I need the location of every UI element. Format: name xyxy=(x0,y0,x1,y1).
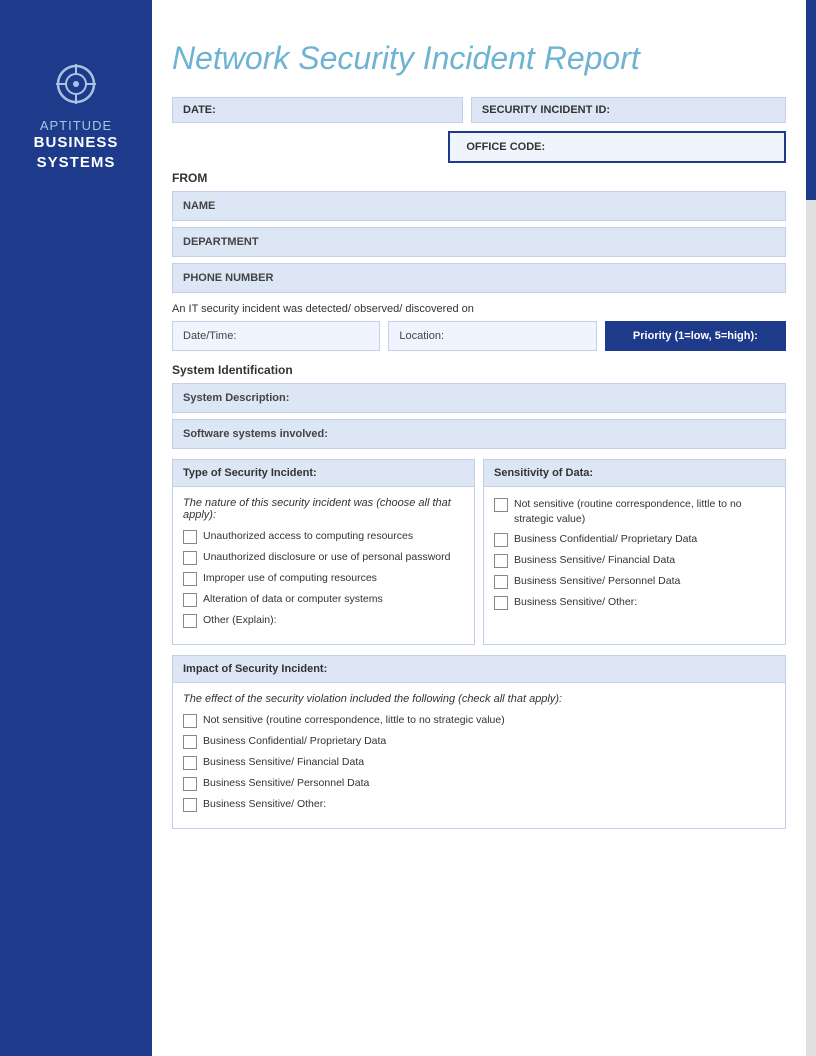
type-of-incident-header: Type of Security Incident: xyxy=(173,460,474,487)
system-description-field[interactable]: System Description: xyxy=(172,383,786,413)
sensitivity-item-3: Business Sensitive/ Financial Data xyxy=(494,553,775,568)
checkbox-improper-use[interactable] xyxy=(183,572,197,586)
date-location-priority-row: Date/Time: Location: Priority (1=low, 5=… xyxy=(172,321,786,351)
checkbox-item-5: Other (Explain): xyxy=(183,613,464,628)
date-id-row: DATE: SECURITY INCIDENT ID: xyxy=(172,97,786,123)
checkbox-label-personnel: Business Sensitive/ Personnel Data xyxy=(514,574,680,589)
phone-field[interactable]: PHONE NUMBER xyxy=(172,263,786,293)
checkbox-financial[interactable] xyxy=(494,554,508,568)
impact-label-other: Business Sensitive/ Other: xyxy=(203,797,326,812)
main-content: Network Security Incident Report DATE: S… xyxy=(152,0,806,849)
sensitivity-item-2: Business Confidential/ Proprietary Data xyxy=(494,532,775,547)
impact-label-financial: Business Sensitive/ Financial Data xyxy=(203,755,364,770)
date-label: DATE: xyxy=(172,97,463,123)
sensitivity-item-1: Not sensitive (routine correspondence, l… xyxy=(494,497,775,526)
checkbox-personnel[interactable] xyxy=(494,575,508,589)
scrollbar[interactable] xyxy=(806,0,816,1056)
impact-checkbox-personnel[interactable] xyxy=(183,777,197,791)
security-id-label: SECURITY INCIDENT ID: xyxy=(471,97,786,123)
report-title: Network Security Incident Report xyxy=(172,40,786,77)
department-field[interactable]: DEPARTMENT xyxy=(172,227,786,257)
sensitivity-item-5: Business Sensitive/ Other: xyxy=(494,595,775,610)
impact-title: The effect of the security violation inc… xyxy=(183,693,775,705)
checkbox-label-not-sensitive: Not sensitive (routine correspondence, l… xyxy=(514,497,775,526)
location-field[interactable]: Location: xyxy=(388,321,596,351)
checkbox-unauthorized-access[interactable] xyxy=(183,530,197,544)
type-of-incident-body: The nature of this security incident was… xyxy=(173,487,474,644)
system-identification-header: System Identification xyxy=(172,363,786,377)
software-systems-field[interactable]: Software systems involved: xyxy=(172,419,786,449)
impact-label-personnel: Business Sensitive/ Personnel Data xyxy=(203,776,369,791)
from-label: FROM xyxy=(172,171,786,185)
impact-label-confidential: Business Confidential/ Proprietary Data xyxy=(203,734,386,749)
sensitivity-header: Sensitivity of Data: xyxy=(484,460,785,487)
checkbox-label-confidential: Business Confidential/ Proprietary Data xyxy=(514,532,697,547)
checkbox-label-alteration: Alteration of data or computer systems xyxy=(203,592,383,607)
incident-detected-text: An IT security incident was detected/ ob… xyxy=(172,303,786,315)
impact-item-1: Not sensitive (routine correspondence, l… xyxy=(183,713,775,728)
sensitivity-section: Sensitivity of Data: Not sensitive (rout… xyxy=(483,459,786,645)
checkbox-label-other: Other (Explain): xyxy=(203,613,277,628)
impact-body: The effect of the security violation inc… xyxy=(173,683,785,828)
target-icon xyxy=(52,60,100,108)
nature-text: The nature of this security incident was… xyxy=(183,497,464,521)
impact-label-not-sensitive: Not sensitive (routine correspondence, l… xyxy=(203,713,505,728)
sensitivity-body: Not sensitive (routine correspondence, l… xyxy=(484,487,785,626)
two-col-section: Type of Security Incident: The nature of… xyxy=(172,459,786,645)
checkbox-label-improper-use: Improper use of computing resources xyxy=(203,571,377,586)
date-time-field[interactable]: Date/Time: xyxy=(172,321,380,351)
checkbox-label-financial: Business Sensitive/ Financial Data xyxy=(514,553,675,568)
impact-checkbox-not-sensitive[interactable] xyxy=(183,714,197,728)
impact-item-5: Business Sensitive/ Other: xyxy=(183,797,775,812)
sidebar-title-top: APTITUDE xyxy=(40,118,112,133)
impact-section: Impact of Security Incident: The effect … xyxy=(172,655,786,829)
office-code-row: OFFICE CODE: xyxy=(172,131,786,163)
impact-checkbox-other[interactable] xyxy=(183,798,197,812)
checkbox-item-3: Improper use of computing resources xyxy=(183,571,464,586)
checkbox-other[interactable] xyxy=(183,614,197,628)
checkbox-item-4: Alteration of data or computer systems xyxy=(183,592,464,607)
sidebar: APTITUDE BUSINESSSYSTEMS xyxy=(0,0,152,1056)
impact-item-3: Business Sensitive/ Financial Data xyxy=(183,755,775,770)
impact-checkbox-financial[interactable] xyxy=(183,756,197,770)
checkbox-alteration[interactable] xyxy=(183,593,197,607)
office-code-label: OFFICE CODE: xyxy=(448,131,786,163)
checkbox-sensitive-other[interactable] xyxy=(494,596,508,610)
checkbox-label-unauthorized-access: Unauthorized access to computing resourc… xyxy=(203,529,413,544)
scrollbar-thumb[interactable] xyxy=(806,0,816,200)
impact-checkbox-confidential[interactable] xyxy=(183,735,197,749)
impact-header: Impact of Security Incident: xyxy=(173,656,785,683)
type-of-incident-section: Type of Security Incident: The nature of… xyxy=(172,459,475,645)
checkbox-item-1: Unauthorized access to computing resourc… xyxy=(183,529,464,544)
checkbox-unauthorized-disclosure[interactable] xyxy=(183,551,197,565)
checkbox-confidential[interactable] xyxy=(494,533,508,547)
name-field[interactable]: NAME xyxy=(172,191,786,221)
sensitivity-item-4: Business Sensitive/ Personnel Data xyxy=(494,574,775,589)
checkbox-item-2: Unauthorized disclosure or use of person… xyxy=(183,550,464,565)
impact-item-4: Business Sensitive/ Personnel Data xyxy=(183,776,775,791)
checkbox-label-unauthorized-disclosure: Unauthorized disclosure or use of person… xyxy=(203,550,450,565)
impact-item-2: Business Confidential/ Proprietary Data xyxy=(183,734,775,749)
checkbox-not-sensitive[interactable] xyxy=(494,498,508,512)
checkbox-label-sensitive-other: Business Sensitive/ Other: xyxy=(514,595,637,610)
priority-field[interactable]: Priority (1=low, 5=high): xyxy=(605,321,786,351)
sidebar-title-bottom: BUSINESSSYSTEMS xyxy=(34,133,119,172)
